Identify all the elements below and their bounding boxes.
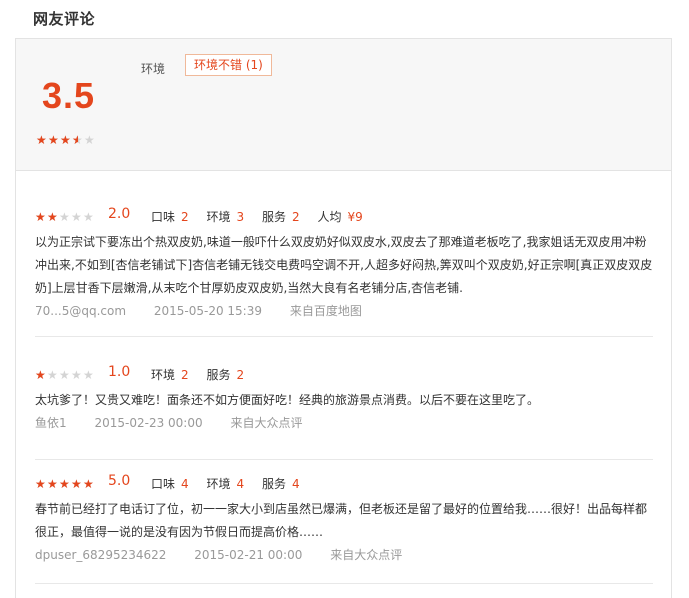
tag-category-label: 环境: [141, 62, 166, 76]
sub-ratings: 环境 2 服务 2: [151, 366, 258, 383]
review-user: 鱼依1: [35, 416, 67, 430]
sub-rating-value: 2: [181, 210, 189, 224]
star-icon: ★ ★: [35, 368, 46, 382]
star-icon: ★ ★: [47, 210, 58, 224]
star-icon: ★: [83, 368, 94, 382]
overall-stars: ★ ★ ★ ★ ★ ★ ★ ★ ★: [36, 129, 96, 148]
sub-rating-environment: 环境 4: [206, 475, 244, 492]
sub-rating-service: 服务 4: [262, 475, 300, 492]
review-meta: 70...5@qq.com 2015-05-20 15:39 来自百度地图: [35, 302, 653, 319]
sub-rating-service: 服务 2: [262, 208, 300, 225]
sub-rating-avg-price: 人均 ¥9: [317, 208, 362, 225]
star-icon: ★: [84, 133, 95, 147]
star-icon: ★: [71, 210, 82, 224]
sub-rating-taste: 口味 4: [151, 475, 189, 492]
sub-rating-label: 环境: [151, 368, 176, 382]
sub-rating-value: ¥9: [347, 210, 363, 224]
star-icon: ★ ★: [35, 477, 46, 491]
sub-rating-environment: 环境 3: [206, 208, 244, 225]
comments-panel: 3.5 ★ ★ ★ ★ ★ ★ ★ ★ ★ 环境 环境不错 (1) ★ ★ ★ ★ ★★★ 2.0 口味…: [15, 38, 672, 598]
sub-rating-environment: 环境 2: [151, 366, 189, 383]
review-score: 5.0: [108, 473, 131, 489]
review-user: dpuser_68295234622: [35, 548, 167, 562]
sub-rating-service: 服务 2: [206, 366, 244, 383]
sub-ratings: 口味 4 环境 4 服务 4: [151, 475, 314, 492]
star-icon: ★ ★: [83, 477, 94, 491]
review-text: 以为正宗试下要冻出个热双皮奶,味道一般吓什么双皮奶好似双皮水,双皮去了那难道老板…: [35, 235, 653, 295]
sub-rating-label: 人均: [317, 210, 342, 224]
star-icon: ★: [59, 368, 70, 382]
review-user: 70...5@qq.com: [35, 304, 127, 318]
star-rating: ★ ★ ★ ★ ★ ★ ★ ★ ★ ★: [35, 477, 95, 490]
sub-rating-label: 口味: [151, 210, 176, 224]
sub-rating-label: 服务: [261, 477, 286, 491]
review-source: 来自大众点评: [230, 416, 303, 430]
sub-ratings: 口味 2 环境 3 服务 2 人均 ¥9: [151, 208, 377, 225]
rating-summary: 3.5 ★ ★ ★ ★ ★ ★ ★ ★ ★ 环境 环境不错 (1): [16, 39, 671, 171]
star-icon: ★ ★: [60, 133, 71, 147]
sub-rating-value: 2: [236, 368, 245, 382]
review-score: 1.0: [108, 364, 131, 380]
sub-rating-label: 环境: [206, 477, 231, 491]
overall-score: 3.5: [42, 75, 96, 116]
review-text: 春节前已经打了电话订了位，初一一家大小到店虽然已爆满，但老板还是留了最好的位置给…: [35, 502, 648, 539]
review-date: 2015-05-20 15:39: [153, 304, 262, 318]
review-score: 2.0: [108, 206, 131, 222]
star-icon: ★: [71, 368, 82, 382]
star-icon: ★: [59, 210, 70, 224]
sub-rating-taste: 口味 2: [151, 208, 189, 225]
sub-rating-value: 2: [291, 210, 300, 224]
review-date: 2015-02-23 00:00: [94, 416, 203, 430]
star-icon: ★ ★: [48, 133, 59, 147]
review-source: 来自百度地图: [289, 304, 362, 318]
sub-rating-value: 3: [236, 210, 245, 224]
sub-rating-value: 4: [236, 477, 245, 491]
star-rating: ★ ★ ★ ★ ★ ★ ★ ★ ★: [36, 133, 96, 146]
star-icon: ★ ★: [47, 477, 58, 491]
review-item: ★ ★ ★★★★ 1.0 环境 2 服务 2 太坑爹了！又贵又难吃！面条还不如方便面好吃…: [35, 364, 653, 460]
sub-rating-label: 环境: [206, 210, 231, 224]
sub-rating-label: 服务: [206, 368, 231, 382]
star-icon: ★: [47, 368, 58, 382]
star-icon: ★ ★: [72, 133, 83, 147]
review-source: 来自大众点评: [330, 548, 403, 562]
section-title: 网友评论: [33, 10, 96, 28]
star-rating: ★ ★ ★ ★ ★★★: [35, 210, 95, 223]
sub-rating-value: 2: [181, 368, 189, 382]
review-item: ★ ★ ★ ★ ★ ★ ★ ★ ★ ★ 5.0 口味 4 环境 4 服务 4 春节前已经打了电话订了位，…: [35, 473, 653, 584]
sub-rating-value: 4: [181, 477, 189, 491]
star-icon: ★ ★: [35, 210, 46, 224]
review-meta: dpuser_68295234622 2015-02-21 00:00 来自大众…: [35, 546, 653, 563]
review-date: 2015-02-21 00:00: [194, 548, 303, 562]
review-text: 太坑爹了！又贵又难吃！面条还不如方便面好吃！经典的旅游景点消费。以后不要在这里吃…: [35, 393, 540, 407]
star-icon: ★: [83, 210, 94, 224]
star-icon: ★ ★: [59, 477, 70, 491]
sub-rating-label: 口味: [151, 477, 176, 491]
review-item: ★ ★ ★ ★ ★★★ 2.0 口味 2 环境 3 服务 2 人均 ¥9 以为正宗试下要冻出个热…: [35, 206, 653, 337]
star-rating: ★ ★ ★★★★: [35, 368, 95, 381]
sub-rating-label: 服务: [261, 210, 286, 224]
sub-rating-value: 4: [291, 477, 300, 491]
review-meta: 鱼依1 2015-02-23 00:00 来自大众点评: [35, 414, 653, 431]
tag-filter-chip[interactable]: 环境不错 (1): [185, 54, 272, 76]
star-icon: ★ ★: [71, 477, 82, 491]
star-icon: ★ ★: [36, 133, 47, 147]
